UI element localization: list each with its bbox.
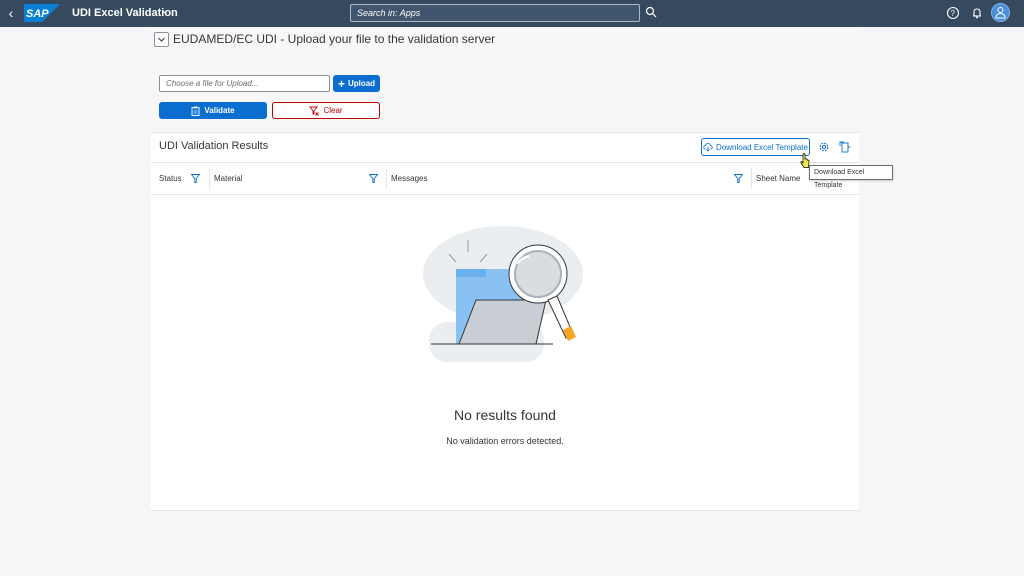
results-title: UDI Validation Results	[159, 140, 269, 152]
bell-icon[interactable]	[970, 6, 984, 20]
download-tooltip: Download Excel Template	[809, 165, 893, 189]
validate-label: Validate	[204, 106, 235, 115]
clear-button[interactable]: Clear	[272, 102, 380, 119]
column-header-status[interactable]: Status	[159, 163, 182, 194]
upload-panel: EUDAMED/EC UDI - Upload your file to the…	[151, 27, 859, 133]
chevron-down-icon	[158, 37, 165, 42]
page-title: EUDAMED/EC UDI - Upload your file to the…	[173, 32, 496, 46]
no-data-illustration	[423, 226, 583, 362]
gear-icon[interactable]	[818, 141, 830, 153]
empty-state-title: No results found	[454, 407, 556, 423]
clear-label: Clear	[323, 106, 343, 115]
column-header-sheet-name[interactable]: Sheet Name	[756, 163, 800, 194]
collapse-button[interactable]	[154, 32, 169, 47]
download-label: Download Excel Template	[716, 142, 808, 152]
column-header-material[interactable]: Material	[214, 163, 242, 194]
back-icon[interactable]: ‹	[4, 4, 18, 22]
shell-bar: ‹ SAP UDI Excel Validation ⌄ Search in: …	[0, 0, 1024, 27]
column-header-messages[interactable]: Messages	[391, 163, 427, 194]
column-separator	[386, 169, 387, 189]
pointer-cursor-icon	[800, 153, 810, 168]
filter-icon[interactable]	[191, 174, 200, 183]
user-icon	[995, 7, 1006, 19]
validate-button[interactable]: Validate	[159, 102, 267, 119]
upload-button[interactable]: + Upload	[333, 75, 380, 92]
help-icon[interactable]: ?	[946, 6, 960, 20]
upload-label: Upload	[347, 79, 376, 88]
column-separator	[209, 169, 210, 189]
column-separator	[751, 169, 752, 189]
download-template-button[interactable]: Download Excel Template	[701, 138, 810, 156]
page-footer	[151, 511, 859, 576]
svg-text:SAP: SAP	[26, 8, 49, 20]
clipboard-icon	[191, 106, 200, 116]
search-input[interactable]: Search in: Apps	[350, 4, 640, 22]
empty-state-subtitle: No validation errors detected.	[446, 436, 564, 446]
filter-icon[interactable]	[369, 174, 378, 183]
clear-filter-icon	[309, 106, 320, 116]
cloud-download-icon	[703, 143, 713, 152]
filter-icon[interactable]	[734, 174, 743, 183]
chevron-down-icon[interactable]: ⌄	[160, 5, 168, 16]
export-icon[interactable]	[839, 141, 851, 153]
file-upload-input[interactable]: Choose a file for Upload...	[159, 75, 330, 92]
sap-logo[interactable]: SAP	[24, 4, 60, 22]
table-header: Status Material Messages Sheet Name	[151, 162, 859, 195]
page-content: EUDAMED/EC UDI - Upload your file to the…	[151, 27, 859, 576]
avatar[interactable]	[991, 3, 1010, 22]
plus-icon: +	[337, 76, 345, 91]
svg-text:?: ?	[951, 9, 956, 18]
search-icon[interactable]	[645, 6, 657, 18]
